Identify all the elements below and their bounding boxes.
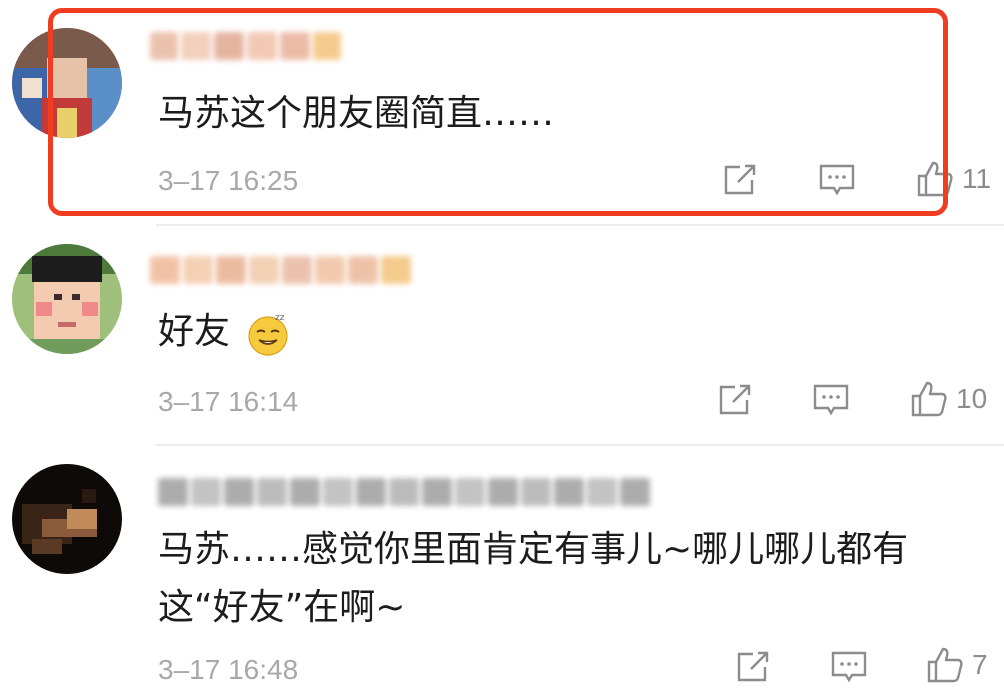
comment-text: 马苏这个朋友圈简直……: [158, 93, 555, 134]
avatar[interactable]: [12, 464, 122, 574]
share-button[interactable]: [722, 163, 758, 197]
username-blurred[interactable]: [150, 26, 341, 66]
thumbs-up-icon: [927, 647, 963, 683]
like-button[interactable]: 7: [926, 646, 988, 684]
share-icon: [719, 384, 751, 415]
like-button[interactable]: 10: [910, 380, 987, 418]
username-blurred[interactable]: [150, 250, 411, 290]
share-button[interactable]: [717, 383, 753, 417]
comment-icon: [831, 651, 867, 683]
share-icon: [737, 651, 769, 682]
comment-item: 马苏这个朋友圈简直…… 3–17 16:25 11: [0, 0, 1004, 225]
share-button[interactable]: [735, 650, 771, 684]
comment-timestamp: 3–17 16:14: [158, 386, 299, 417]
username-blurred[interactable]: [158, 472, 650, 512]
avatar[interactable]: [12, 244, 122, 354]
reply-button[interactable]: [818, 163, 856, 197]
thumbs-up-icon: [911, 381, 947, 417]
reply-button[interactable]: [830, 650, 868, 684]
like-button[interactable]: 11: [916, 160, 991, 198]
like-count: 10: [956, 383, 988, 414]
comment-item: 马苏……感觉你里面肯定有事儿~哪儿哪儿都有 这“好友”在啊~ 3–17 16:4…: [0, 446, 1004, 689]
comment-text-content: 好友: [158, 311, 231, 352]
comment-icon: [813, 384, 849, 416]
comment-text-line-1: 马苏……感觉你里面肯定有事儿~哪儿哪儿都有: [158, 529, 909, 570]
comment-list: 马苏这个朋友圈简直…… 3–17 16:25 11 好友 zz 3–17 16:…: [0, 0, 1004, 689]
like-count: 7: [972, 649, 988, 680]
comment-item: 好友 zz 3–17 16:14 10: [0, 226, 1004, 444]
comment-text: 好友 zz: [158, 306, 291, 358]
avatar[interactable]: [12, 28, 122, 138]
comment-text-line-2: 这“好友”在啊~: [158, 587, 406, 628]
comment-timestamp: 3–17 16:48: [158, 654, 299, 685]
comment-timestamp: 3–17 16:25: [158, 165, 299, 196]
reply-button[interactable]: [812, 383, 850, 417]
svg-text:zz: zz: [275, 313, 285, 323]
share-icon: [724, 164, 756, 195]
like-count: 11: [962, 163, 992, 194]
comment-icon: [819, 164, 855, 196]
sweat-smile-emoji: zz: [248, 313, 289, 356]
thumbs-up-icon: [917, 161, 953, 197]
